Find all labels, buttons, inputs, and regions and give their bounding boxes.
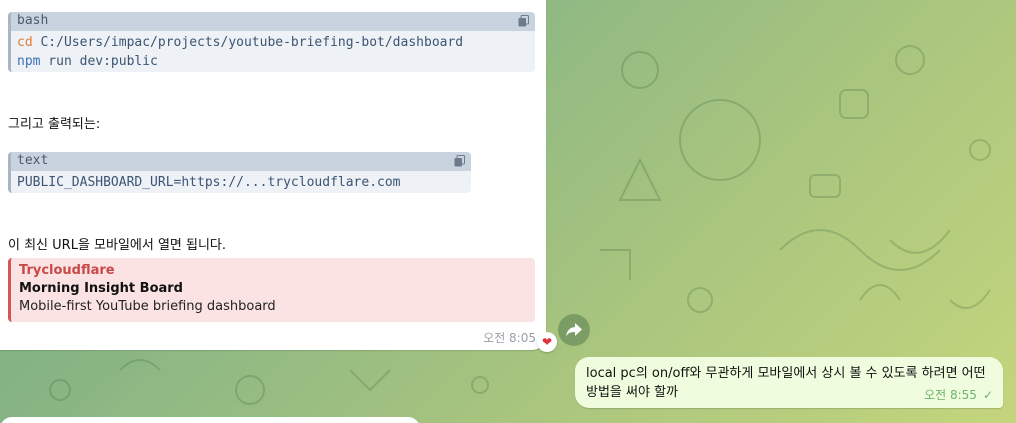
- link-preview-site: Trycloudflare: [19, 263, 115, 278]
- message-meta: 오전 8:55 ✓: [924, 386, 993, 403]
- code-block-header: text: [11, 152, 471, 171]
- copy-icon[interactable]: [518, 15, 529, 27]
- code-lang-label: text: [17, 153, 49, 168]
- code-args: C:/Users/impac/projects/youtube-briefing…: [32, 35, 464, 50]
- code-block-text[interactable]: text PUBLIC_DASHBOARD_URL=https://...try…: [8, 152, 471, 193]
- code-lang-label: bash: [17, 13, 49, 28]
- code-command: cd: [17, 35, 33, 50]
- incoming-message[interactable]: bash cd C:/Users/impac/projects/youtube-…: [0, 0, 546, 350]
- next-message-edge: [0, 417, 420, 423]
- message-text: 그리고 출력되는:: [8, 117, 101, 132]
- link-preview[interactable]: Trycloudflare Morning Insight Board Mobi…: [8, 258, 535, 322]
- message-time: 오전 8:55: [924, 388, 977, 402]
- message-time: 오전 8:05: [483, 331, 536, 345]
- code-block-bash[interactable]: bash cd C:/Users/impac/projects/youtube-…: [8, 12, 535, 72]
- message-text: 이 최신 URL을 모바일에서 열면 됩니다.: [8, 238, 227, 253]
- outgoing-message[interactable]: local pc의 on/off와 무관하게 모바일에서 상시 볼 수 있도록 …: [575, 357, 1003, 408]
- read-check-icon: ✓: [982, 387, 993, 402]
- code-args: run dev:public: [40, 54, 158, 69]
- code-content: cd C:/Users/impac/projects/youtube-brief…: [11, 31, 535, 72]
- code-content: PUBLIC_DASHBOARD_URL=https://...trycloud…: [17, 175, 401, 190]
- forward-button[interactable]: [558, 314, 590, 346]
- forward-icon: [566, 323, 582, 337]
- reaction-emoji: ❤: [541, 335, 553, 349]
- copy-icon[interactable]: [454, 155, 465, 167]
- code-block-header: bash: [11, 12, 535, 31]
- heart-reaction-icon[interactable]: ❤: [537, 332, 557, 352]
- code-command: npm: [17, 54, 41, 69]
- link-preview-description: Mobile-first YouTube briefing dashboard: [19, 299, 276, 314]
- link-preview-title: Morning Insight Board: [19, 281, 183, 296]
